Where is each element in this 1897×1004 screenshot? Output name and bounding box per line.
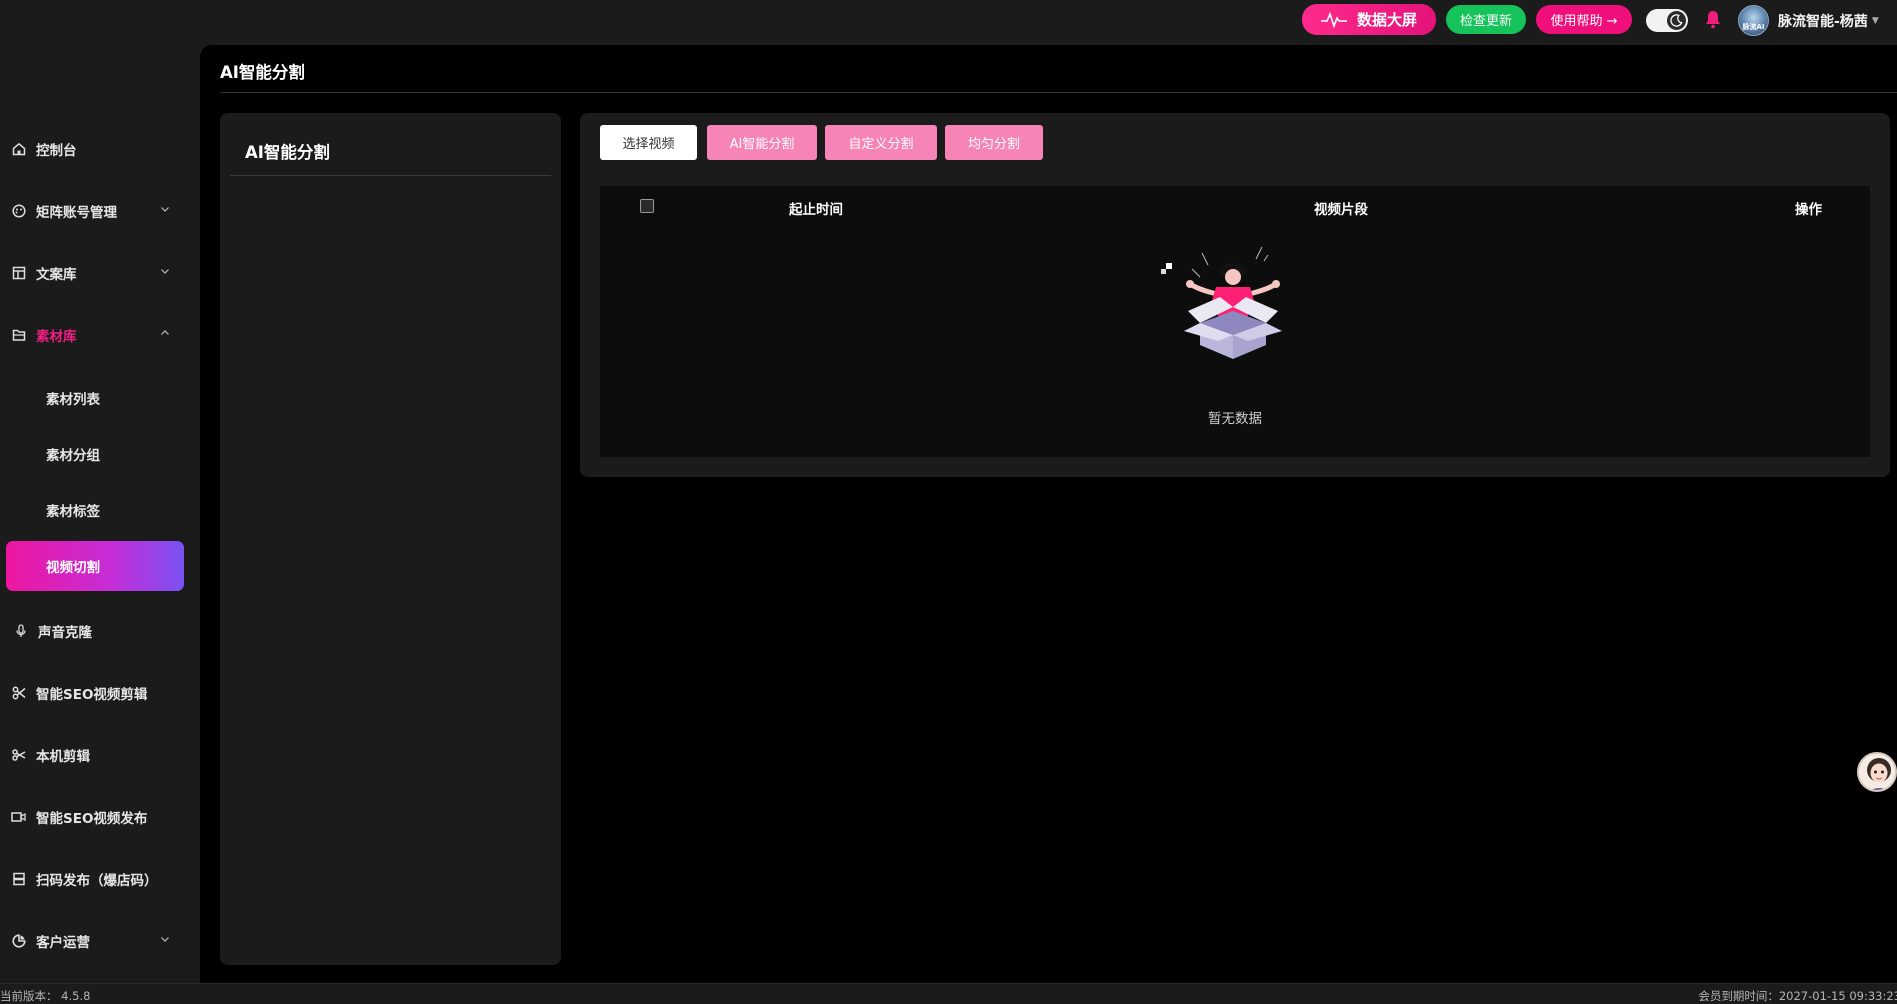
help-button[interactable]: 使用帮助 → — [1536, 5, 1632, 34]
folder-icon — [11, 328, 26, 343]
sidebar-subitem-video-cut[interactable]: 视频切割 — [6, 541, 184, 591]
sidebar-item-label: 智能SEO视频发布 — [36, 811, 148, 827]
sidebar-item-label: 声音克隆 — [38, 625, 92, 641]
sidebar-subitem-material-tags[interactable]: 素材标签 — [6, 485, 184, 535]
chevron-down-icon — [161, 269, 169, 274]
empty-box-illustration — [1161, 246, 1282, 359]
sidebar-item-material-library[interactable]: 素材库 — [0, 315, 200, 355]
sidebar-item-customer-ops[interactable]: 客户运营 — [0, 921, 200, 961]
column-header-actions: 操作 — [1795, 202, 1822, 218]
custom-split-button[interactable]: 自定义分割 — [825, 125, 937, 160]
sidebar: 控制台 矩阵账号管理 文案库 素材库 素材列表 素材分组 素材标签 视频切割 声… — [0, 40, 200, 983]
column-header-time-range: 起止时间 — [789, 202, 843, 218]
sidebar-item-copy-library[interactable]: 文案库 — [0, 253, 200, 293]
even-split-button[interactable]: 均匀分割 — [945, 125, 1043, 160]
top-bar: 数据大屏 检查更新 使用帮助 → 脉流AI 脉流智能-杨茜 ▼ — [0, 0, 1897, 40]
avatar[interactable]: 脉流AI — [1738, 5, 1769, 36]
ai-split-button[interactable]: AI智能分割 — [707, 125, 817, 160]
pulse-icon — [1320, 11, 1347, 28]
sidebar-subitem-label: 素材分组 — [46, 448, 100, 464]
chevron-down-icon — [161, 207, 169, 212]
sidebar-item-seo-video-edit[interactable]: 智能SEO视频剪辑 — [0, 673, 200, 713]
status-bar: 当前版本： 4.5.8 会员到期时间：2027-01-15 09:33:23 — [0, 983, 1897, 1003]
check-update-button[interactable]: 检查更新 — [1446, 5, 1526, 34]
divider — [220, 92, 1897, 93]
select-video-button[interactable]: 选择视频 — [600, 125, 697, 160]
sidebar-item-label: 扫码发布（爆店码） — [36, 873, 158, 889]
assistant-avatar[interactable] — [1857, 752, 1897, 792]
sidebar-item-label: 控制台 — [36, 143, 77, 159]
theme-toggle[interactable] — [1646, 9, 1688, 32]
page-title: AI智能分割 — [220, 63, 305, 82]
sidebar-subitem-label: 视频切割 — [46, 560, 100, 576]
sidebar-subitem-material-groups[interactable]: 素材分组 — [6, 429, 184, 479]
sidebar-subitem-material-list[interactable]: 素材列表 — [6, 373, 184, 423]
chevron-up-icon — [161, 330, 169, 335]
sidebar-item-label: 智能SEO视频剪辑 — [36, 687, 148, 703]
user-name: 脉流智能-杨茜 — [1778, 14, 1868, 30]
avatar-text: 脉流AI — [1742, 23, 1765, 31]
sidebar-item-voice-clone[interactable]: 声音克隆 — [0, 611, 200, 651]
segments-table: 起止时间 视频片段 操作 暂无数据 — [600, 186, 1870, 457]
data-dashboard-button[interactable]: 数据大屏 — [1302, 4, 1436, 35]
pie-chart-icon — [11, 934, 26, 949]
divider — [230, 175, 551, 176]
empty-state-text: 暂无数据 — [1208, 411, 1262, 427]
microphone-icon — [13, 624, 28, 639]
bell-icon[interactable] — [1704, 9, 1722, 29]
sidebar-item-label: 素材库 — [36, 329, 77, 345]
moon-icon — [1667, 11, 1686, 30]
palette-icon — [11, 204, 26, 219]
sidebar-subitem-label: 素材列表 — [46, 392, 100, 408]
left-panel: AI智能分割 — [220, 113, 561, 965]
layout-icon — [11, 266, 26, 281]
user-menu[interactable]: 脉流智能-杨茜 ▼ — [1778, 11, 1879, 31]
sidebar-item-label: 客户运营 — [36, 935, 90, 951]
sidebar-item-seo-video-publish[interactable]: 智能SEO视频发布 — [0, 797, 200, 837]
sidebar-item-label: 本机剪辑 — [36, 749, 90, 765]
cut-icon — [11, 748, 26, 763]
sidebar-item-label: 文案库 — [36, 267, 77, 283]
qr-scan-icon — [11, 872, 26, 887]
table-header: 起止时间 视频片段 操作 — [600, 186, 1870, 226]
sidebar-item-matrix-accounts[interactable]: 矩阵账号管理 — [0, 191, 200, 231]
data-dashboard-label: 数据大屏 — [1356, 11, 1417, 29]
sidebar-item-label: 矩阵账号管理 — [36, 205, 117, 221]
caret-down-icon: ▼ — [1871, 16, 1879, 26]
sidebar-item-qr-publish[interactable]: 扫码发布（爆店码） — [0, 859, 200, 899]
chevron-down-icon — [161, 937, 169, 942]
main-content: AI智能分割 AI智能分割 选择视频 AI智能分割 自定义分割 均匀分割 起止时… — [200, 45, 1897, 983]
right-panel: 选择视频 AI智能分割 自定义分割 均匀分割 起止时间 视频片段 操作 暂无数据 — [580, 113, 1890, 477]
left-panel-title: AI智能分割 — [245, 143, 330, 162]
sidebar-subitem-label: 素材标签 — [46, 504, 100, 520]
video-camera-icon — [11, 810, 26, 825]
home-icon — [11, 142, 26, 157]
column-header-video-segment: 视频片段 — [1314, 202, 1368, 218]
scissors-icon — [11, 686, 26, 701]
sidebar-item-local-edit[interactable]: 本机剪辑 — [0, 735, 200, 775]
sidebar-item-console[interactable]: 控制台 — [0, 129, 200, 169]
select-all-checkbox[interactable] — [640, 199, 654, 213]
